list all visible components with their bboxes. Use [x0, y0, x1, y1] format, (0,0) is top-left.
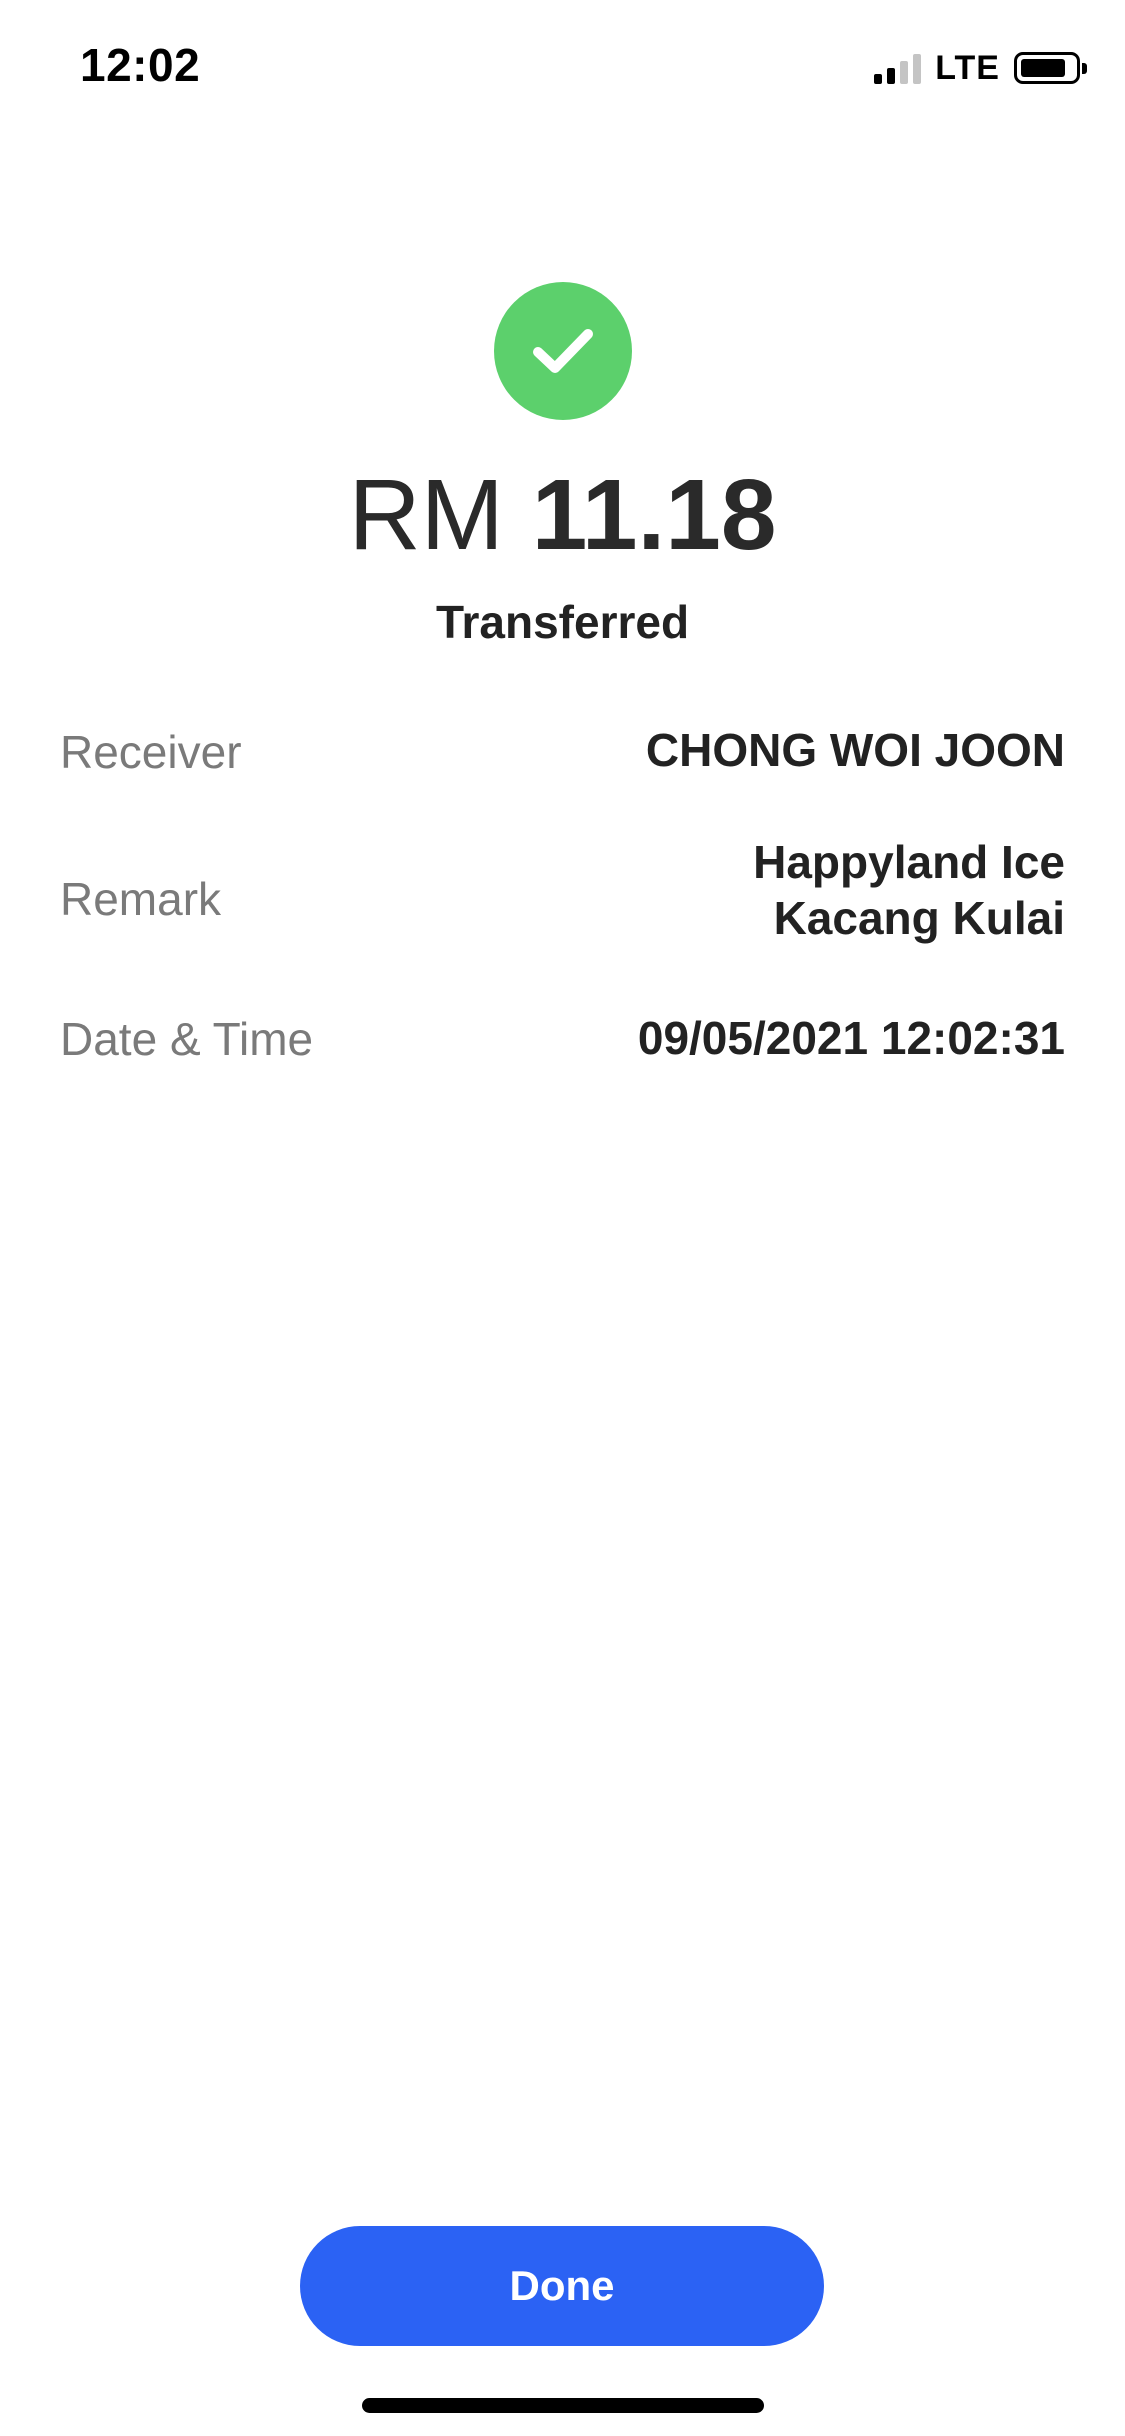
remark-label: Remark — [60, 873, 222, 925]
status-bar: 12:02 LTE — [0, 0, 1125, 140]
amount-value: 11.18 — [531, 459, 777, 571]
network-type: LTE — [935, 48, 1000, 87]
status-time: 12:02 — [80, 39, 201, 91]
signal-icon — [874, 52, 922, 84]
receiver-label: Receiver — [60, 726, 242, 778]
battery-icon — [1014, 52, 1087, 84]
remark-value: Happyland Ice Kacang Kulai — [645, 834, 1065, 946]
datetime-label: Date & Time — [60, 1013, 314, 1065]
transfer-status: Transferred — [435, 596, 690, 648]
remark-line-2: Kacang Kulai — [773, 892, 1065, 944]
done-button[interactable]: Done — [300, 2226, 824, 2346]
receiver-value: CHONG WOI JOON — [645, 724, 1065, 776]
datetime-value: 09/05/2021 12:02:31 — [637, 1012, 1065, 1064]
currency-label: RM — [348, 459, 504, 571]
status-indicators: LTE — [874, 46, 1087, 90]
transfer-amount: RM 11.18 — [0, 455, 1125, 575]
remark-line-1: Happyland Ice — [753, 836, 1065, 888]
checkmark-icon — [494, 282, 632, 420]
home-indicator[interactable] — [362, 2398, 764, 2413]
